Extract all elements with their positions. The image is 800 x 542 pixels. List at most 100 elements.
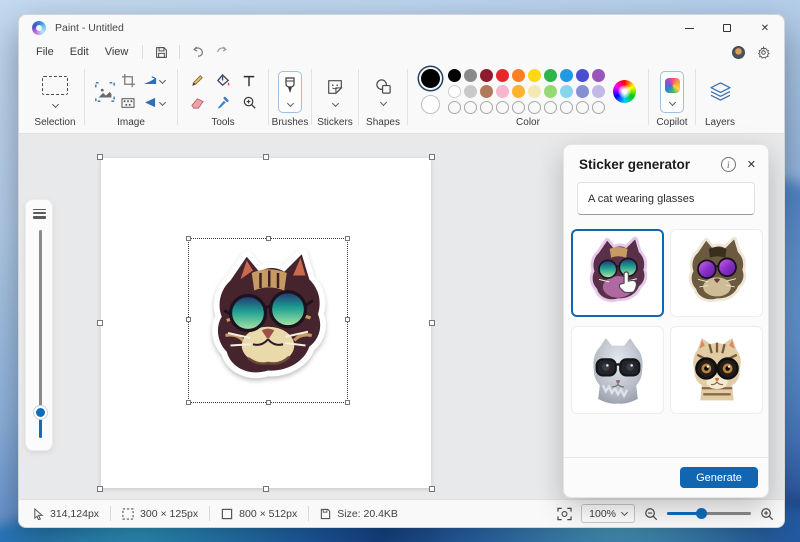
color-picker-wheel-icon[interactable] [613, 80, 636, 103]
canvas-handle[interactable] [97, 154, 103, 160]
empty-color-swatch[interactable] [464, 101, 477, 114]
empty-color-swatch[interactable] [528, 101, 541, 114]
fill-bucket-icon[interactable] [216, 73, 231, 88]
color-swatch[interactable] [576, 85, 589, 98]
redo-button[interactable] [210, 46, 234, 58]
zoom-slider-thumb[interactable] [696, 508, 707, 519]
magnifier-tool-icon[interactable] [242, 95, 257, 110]
chevron-down-icon[interactable] [51, 101, 58, 108]
minimize-button[interactable] [670, 15, 708, 41]
resize-icon[interactable] [121, 97, 135, 109]
color-swatch[interactable] [528, 85, 541, 98]
brushes-button[interactable] [278, 71, 302, 113]
canvas-handle[interactable] [263, 154, 269, 160]
color-swatch[interactable] [512, 69, 525, 82]
minimize-icon [685, 28, 694, 29]
color-swatch[interactable] [592, 85, 605, 98]
color-swatch[interactable] [496, 85, 509, 98]
account-avatar[interactable] [732, 46, 745, 59]
canvas-handle[interactable] [429, 486, 435, 492]
zoom-level-dropdown[interactable]: 100% [581, 504, 635, 523]
pencil-icon[interactable] [190, 73, 205, 88]
color-swatch[interactable] [544, 69, 557, 82]
close-button[interactable]: ✕ [746, 15, 784, 41]
empty-color-swatch[interactable] [576, 101, 589, 114]
color-swatch[interactable] [496, 69, 509, 82]
copilot-button[interactable] [660, 71, 684, 113]
zoom-slider[interactable] [667, 507, 751, 520]
stickers-button[interactable] [326, 78, 344, 106]
crop-icon[interactable] [121, 73, 136, 88]
info-icon[interactable]: i [721, 157, 736, 172]
color-swatch-grid[interactable] [448, 69, 605, 114]
image-options-icon[interactable] [94, 81, 116, 103]
selection-handle[interactable] [186, 236, 191, 241]
color-swatch[interactable] [464, 69, 477, 82]
maximize-button[interactable] [708, 15, 746, 41]
sticker-thumbnail-2[interactable] [670, 229, 763, 317]
title-bar[interactable]: Paint - Untitled ✕ [19, 15, 784, 41]
canvas[interactable] [101, 158, 431, 488]
fit-to-screen-icon[interactable] [557, 507, 572, 521]
selection-handle[interactable] [345, 317, 350, 322]
undo-button[interactable] [186, 46, 210, 58]
menu-edit[interactable]: Edit [62, 44, 97, 60]
selection-tool-icon[interactable] [42, 76, 68, 95]
color-swatch[interactable] [480, 85, 493, 98]
menu-file[interactable]: File [28, 44, 62, 60]
color-swatch[interactable] [560, 69, 573, 82]
canvas-handle[interactable] [429, 154, 435, 160]
settings-gear-icon[interactable] [757, 46, 770, 59]
zoom-in-icon[interactable] [760, 507, 774, 521]
empty-color-swatch[interactable] [496, 101, 509, 114]
color-swatch[interactable] [560, 85, 573, 98]
save-button[interactable] [149, 46, 173, 59]
selection-handle[interactable] [186, 317, 191, 322]
primary-color-swatch[interactable] [421, 69, 440, 88]
color-swatch[interactable] [544, 85, 557, 98]
sticker-thumbnail-1[interactable] [571, 229, 664, 317]
shapes-button[interactable] [374, 78, 393, 105]
size-slider-thumb[interactable] [34, 406, 47, 419]
eyedropper-icon[interactable] [216, 95, 230, 110]
secondary-color-swatch[interactable] [421, 95, 440, 114]
canvas-handle[interactable] [429, 320, 435, 326]
color-swatch[interactable] [480, 69, 493, 82]
color-swatch[interactable] [512, 85, 525, 98]
color-swatch[interactable] [528, 69, 541, 82]
color-swatch[interactable] [592, 69, 605, 82]
layers-icon[interactable] [710, 82, 731, 102]
selection-handle[interactable] [266, 236, 271, 241]
color-swatch[interactable] [448, 85, 461, 98]
canvas-handle[interactable] [263, 486, 269, 492]
selection-handle[interactable] [345, 236, 350, 241]
eraser-icon[interactable] [190, 96, 205, 110]
canvas-handle[interactable] [97, 320, 103, 326]
selection-box[interactable] [188, 238, 348, 403]
zoom-out-icon[interactable] [644, 507, 658, 521]
color-swatch[interactable] [576, 69, 589, 82]
color-swatch[interactable] [448, 69, 461, 82]
empty-color-swatch[interactable] [480, 101, 493, 114]
empty-color-swatch[interactable] [560, 101, 573, 114]
menu-view[interactable]: View [97, 44, 137, 60]
selection-handle[interactable] [186, 400, 191, 405]
sticker-thumbnail-4[interactable] [670, 326, 763, 414]
selection-handle[interactable] [345, 400, 350, 405]
panel-close-button[interactable]: ✕ [747, 158, 756, 171]
flip-button[interactable] [144, 97, 165, 108]
empty-color-swatch[interactable] [512, 101, 525, 114]
empty-color-swatch[interactable] [448, 101, 461, 114]
rotate-button[interactable] [143, 75, 165, 86]
sticker-thumbnail-3[interactable] [571, 326, 664, 414]
empty-color-swatch[interactable] [592, 101, 605, 114]
canvas-handle[interactable] [97, 486, 103, 492]
text-tool-icon[interactable] [242, 74, 256, 88]
close-icon: ✕ [761, 23, 769, 34]
selection-handle[interactable] [266, 400, 271, 405]
empty-color-swatch[interactable] [544, 101, 557, 114]
prompt-input[interactable] [577, 182, 755, 215]
generate-button[interactable]: Generate [680, 467, 758, 488]
selection-group[interactable]: Selection [27, 66, 83, 133]
color-swatch[interactable] [464, 85, 477, 98]
